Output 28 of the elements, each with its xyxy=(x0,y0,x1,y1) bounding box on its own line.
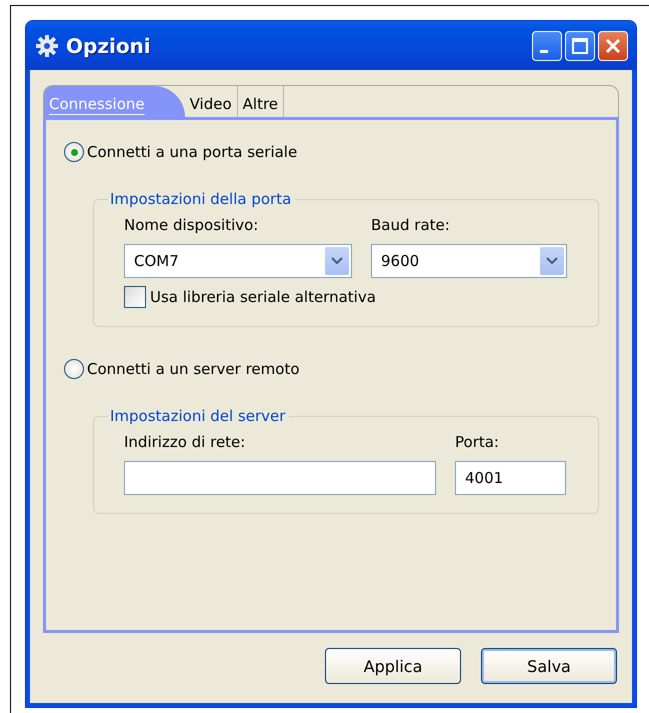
radio-option[interactable]: Connetti a un server remoto xyxy=(64,359,300,379)
tab[interactable]: Video xyxy=(184,86,238,117)
dropdown[interactable]: 9600 xyxy=(371,244,567,278)
gear-icon xyxy=(36,34,58,56)
maximize-icon xyxy=(571,36,589,54)
radio-option[interactable]: Connetti a una porta seriale xyxy=(64,142,298,162)
group-title: Impostazioni del server xyxy=(109,407,286,425)
minimize-icon xyxy=(540,50,548,53)
dialog-button[interactable]: Salva xyxy=(481,648,617,684)
minimize-button[interactable] xyxy=(532,30,562,60)
dropdown[interactable]: COM7 xyxy=(124,244,352,278)
checkbox[interactable] xyxy=(124,286,146,308)
dialog-button[interactable]: Applica xyxy=(325,648,461,684)
field-label: Baud rate: xyxy=(371,216,451,234)
tab[interactable]: Altre xyxy=(238,86,284,117)
input-field[interactable] xyxy=(124,461,436,495)
window-title: Opzioni xyxy=(66,34,152,58)
input-field[interactable]: 4001 xyxy=(455,461,566,495)
close-icon xyxy=(604,36,622,54)
checkbox-label: Usa libreria seriale alternativa xyxy=(150,288,376,306)
close-button[interactable] xyxy=(598,30,628,60)
group-title: Impostazioni della porta xyxy=(109,190,292,208)
field-label: Indirizzo di rete: xyxy=(124,433,246,451)
caret-icon[interactable] xyxy=(325,247,349,275)
maximize-button[interactable] xyxy=(565,30,595,60)
caret-icon[interactable] xyxy=(540,247,564,275)
field-label: Nome dispositivo: xyxy=(124,216,260,234)
field-label: Porta: xyxy=(455,433,500,451)
